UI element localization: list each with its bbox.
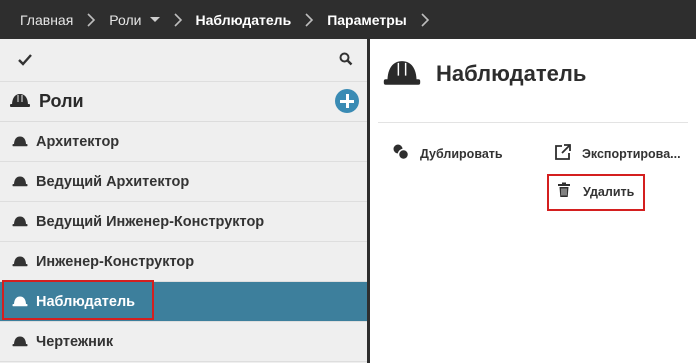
hard-hat-icon	[11, 332, 29, 351]
roles-header: Роли	[0, 82, 367, 122]
role-label: Инженер-Конструктор	[36, 253, 195, 270]
duplicate-label: Дублировать	[420, 146, 503, 161]
export-label: Экспортирова...	[582, 146, 681, 161]
role-list-item[interactable]: Архитектор	[0, 122, 367, 162]
role-label: Ведущий Инженер-Конструктор	[36, 213, 265, 230]
hard-hat-icon	[11, 132, 29, 151]
duplicate-button[interactable]: Дублировать	[392, 143, 503, 164]
role-list-item[interactable]: Чертежник	[0, 322, 367, 362]
hard-hat-icon	[382, 57, 422, 91]
hard-hat-icon	[11, 212, 29, 231]
chevron-right-icon	[86, 12, 96, 27]
check-icon[interactable]	[18, 51, 32, 70]
role-label: Ведущий Архитектор	[36, 173, 190, 190]
export-button[interactable]: Экспортирова...	[554, 143, 681, 164]
breadcrumb-params[interactable]: Параметры	[327, 12, 407, 28]
role-label: Архитектор	[36, 133, 120, 150]
delete-highlight	[547, 174, 645, 211]
role-details-header: Наблюдатель	[382, 57, 586, 91]
role-list-item[interactable]: Инженер-Конструктор	[0, 242, 367, 282]
role-label: Чертежник	[36, 333, 114, 350]
role-list-item[interactable]: Ведущий Архитектор	[0, 162, 367, 202]
role-list-item[interactable]: Ведущий Инженер-Конструктор	[0, 202, 367, 242]
roles-toolbar	[0, 39, 367, 82]
chevron-down-icon[interactable]	[149, 17, 160, 22]
breadcrumb: Главная Роли Наблюдатель Параметры	[0, 0, 696, 39]
chevron-right-icon	[304, 12, 314, 27]
chevron-right-icon[interactable]	[420, 12, 430, 27]
role-details-panel: Наблюдатель Дублировать Экспортирова... …	[370, 39, 696, 363]
roles-title: Роли	[39, 91, 84, 111]
search-icon[interactable]	[339, 51, 353, 70]
breadcrumb-current[interactable]: Наблюдатель	[196, 12, 292, 28]
hard-hat-icon	[11, 172, 29, 191]
breadcrumb-home[interactable]: Главная	[20, 12, 73, 28]
hard-hat-icon	[9, 92, 31, 112]
export-icon	[554, 143, 572, 164]
add-role-button[interactable]	[335, 89, 359, 113]
details-divider	[378, 122, 688, 123]
duplicate-icon	[392, 143, 410, 164]
role-details-title: Наблюдатель	[436, 61, 587, 86]
breadcrumb-roles[interactable]: Роли	[109, 12, 141, 28]
chevron-right-icon	[173, 12, 183, 27]
hard-hat-icon	[11, 252, 29, 271]
selected-role-highlight	[2, 280, 154, 320]
